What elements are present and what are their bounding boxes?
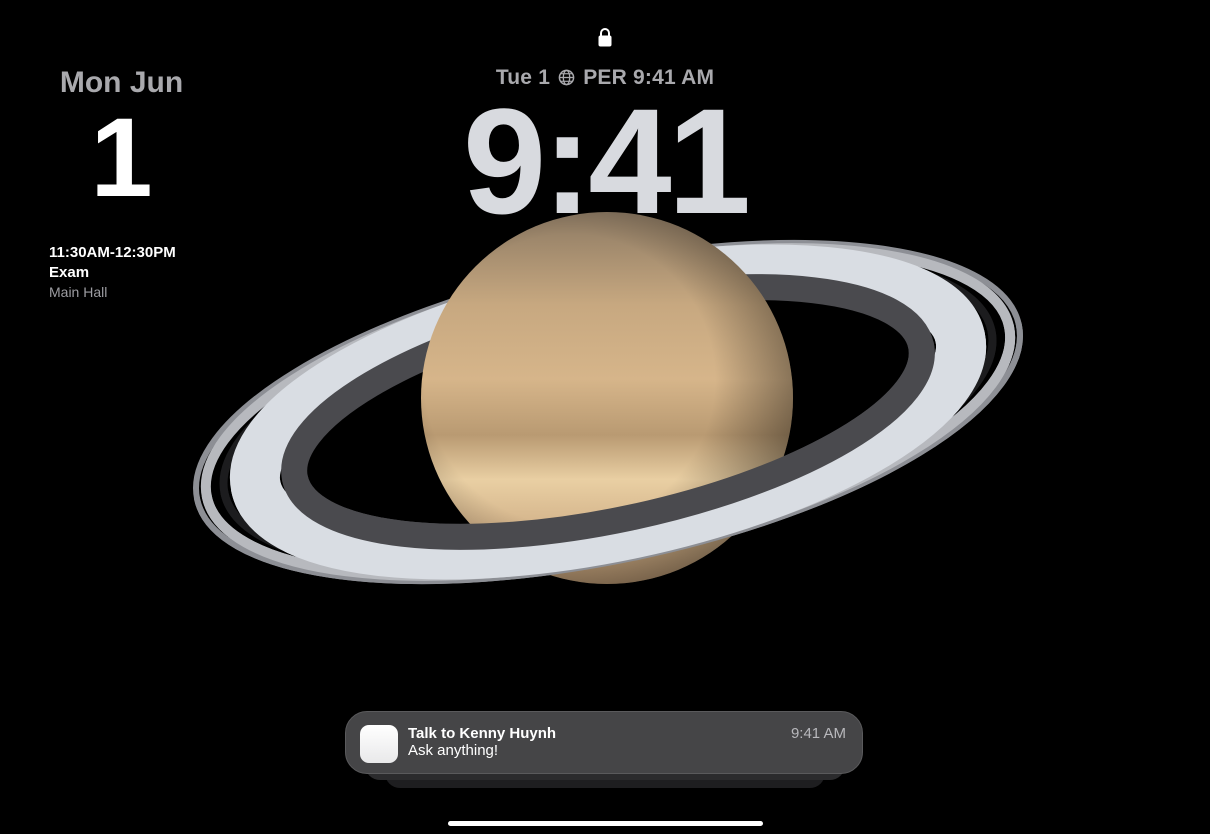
calendar-widget[interactable]: Mon Jun 1 11:30AM-12:30PM Exam Main Hall bbox=[49, 66, 209, 300]
notification-body: Ask anything! bbox=[408, 742, 499, 759]
lock-icon bbox=[598, 28, 612, 47]
home-indicator[interactable] bbox=[448, 821, 763, 826]
notification-time: 9:41 AM bbox=[790, 725, 846, 742]
calendar-event-title: Exam bbox=[49, 264, 90, 281]
notification[interactable]: Talk to Kenny Huynh Ask anything! 9:41 A… bbox=[345, 711, 863, 774]
calendar-event-location: Main Hall bbox=[49, 284, 108, 300]
calendar-day: 1 bbox=[90, 95, 153, 220]
app-icon bbox=[360, 725, 398, 763]
lock-screen: Tue 1 PER 9:41 AM 9:41 Mon Jun 1 11:30AM… bbox=[0, 0, 1210, 834]
calendar-event-time: 11:30AM-12:30PM bbox=[49, 244, 176, 261]
notification-title: Talk to Kenny Huynh bbox=[408, 725, 557, 742]
